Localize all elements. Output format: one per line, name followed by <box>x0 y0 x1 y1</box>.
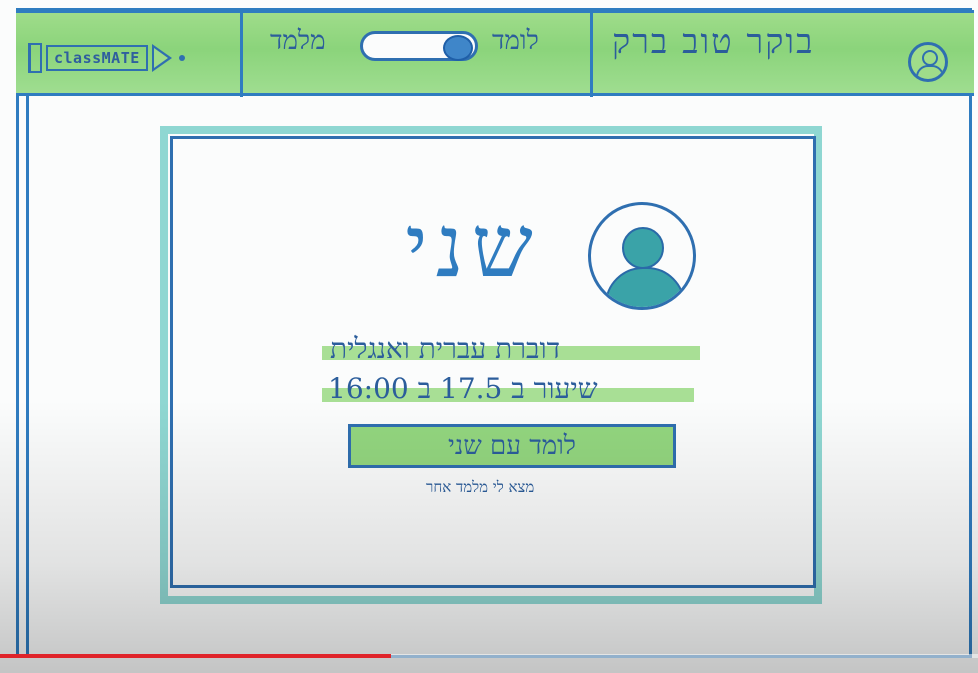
logo[interactable]: classMATE <box>28 43 185 73</box>
toggle-knob[interactable] <box>443 35 473 61</box>
play-icon <box>151 44 172 72</box>
tutor-avatar <box>588 202 696 310</box>
header-divider <box>240 13 243 97</box>
learn-with-tutor-button[interactable]: לומד עם שני <box>348 424 676 468</box>
greeting-text: בוקר טוב ברק <box>612 22 815 62</box>
video-progress-fill <box>0 654 392 658</box>
logo-text: classMATE <box>46 45 148 71</box>
header-divider <box>590 13 593 97</box>
avatar-head <box>622 227 664 269</box>
dot-icon <box>178 55 185 61</box>
user-icon-head <box>922 50 938 66</box>
lesson-time: שיעור ב 17.5 ב 16:00 <box>328 372 598 405</box>
find-other-tutor-link[interactable]: מצא לי מלמד אחר <box>426 478 534 497</box>
tutor-languages: דוברת עברית ואנגלית <box>330 332 561 365</box>
role-student-label[interactable]: לומד <box>492 26 539 56</box>
tutor-name: שני <box>405 197 541 297</box>
user-avatar-icon[interactable] <box>908 42 948 82</box>
role-toggle[interactable] <box>360 31 478 61</box>
role-teacher-label[interactable]: מלמד <box>270 26 326 56</box>
sidebar-bar-icon <box>28 43 42 73</box>
avatar-body <box>605 267 685 307</box>
